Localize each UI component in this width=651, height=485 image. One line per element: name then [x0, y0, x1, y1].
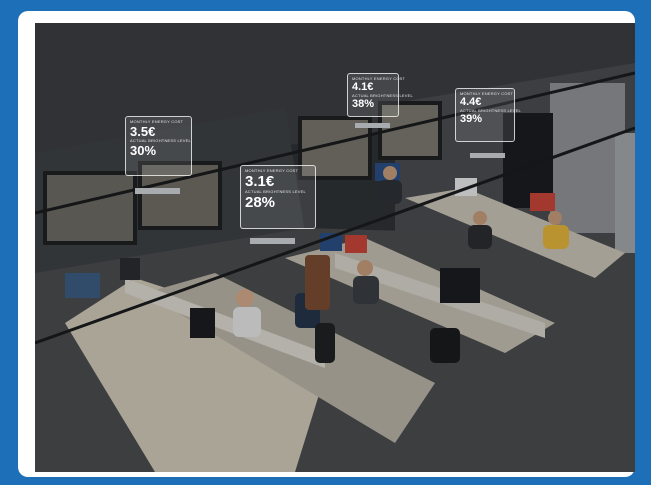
energy-overlay-right: MONTHLY ENERGY COST 4.4€ ACTUAL BRIGHTNE… — [455, 88, 521, 142]
office-scene-illustration — [35, 23, 635, 472]
monthly-energy-cost-value: 4.1€ — [352, 81, 374, 93]
monthly-energy-cost-value: 3.5€ — [130, 124, 156, 139]
energy-overlay-top: MONTHLY ENERGY COST 4.1€ ACTUAL BRIGHTNE… — [347, 73, 413, 117]
brightness-level-label: ACTUAL BRIGHTNESS LEVEL — [130, 138, 191, 143]
monthly-energy-cost-label: MONTHLY ENERGY COST — [352, 76, 406, 81]
brightness-level-label: ACTUAL BRIGHTNESS LEVEL — [352, 93, 413, 98]
energy-overlay-center: MONTHLY ENERGY COST 3.1€ ACTUAL BRIGHTNE… — [240, 165, 316, 229]
monthly-energy-cost-label: MONTHLY ENERGY COST — [460, 91, 514, 96]
monthly-energy-cost-label: MONTHLY ENERGY COST — [245, 168, 299, 173]
office-photo: MONTHLY ENERGY COST 3.5€ ACTUAL BRIGHTNE… — [35, 23, 635, 472]
energy-overlay-left: MONTHLY ENERGY COST 3.5€ ACTUAL BRIGHTNE… — [125, 116, 192, 176]
brightness-level-value: 30% — [130, 143, 157, 158]
brightness-level-value: 39% — [460, 113, 483, 125]
monthly-energy-cost-value: 3.1€ — [245, 173, 275, 190]
brightness-level-label: ACTUAL BRIGHTNESS LEVEL — [245, 189, 306, 194]
brightness-level-value: 28% — [245, 194, 276, 211]
monthly-energy-cost-value: 4.4€ — [460, 96, 482, 108]
monthly-energy-cost-label: MONTHLY ENERGY COST — [130, 119, 184, 124]
brightness-level-value: 38% — [352, 98, 375, 110]
brightness-level-label: ACTUAL BRIGHTNESS LEVEL — [460, 108, 521, 113]
